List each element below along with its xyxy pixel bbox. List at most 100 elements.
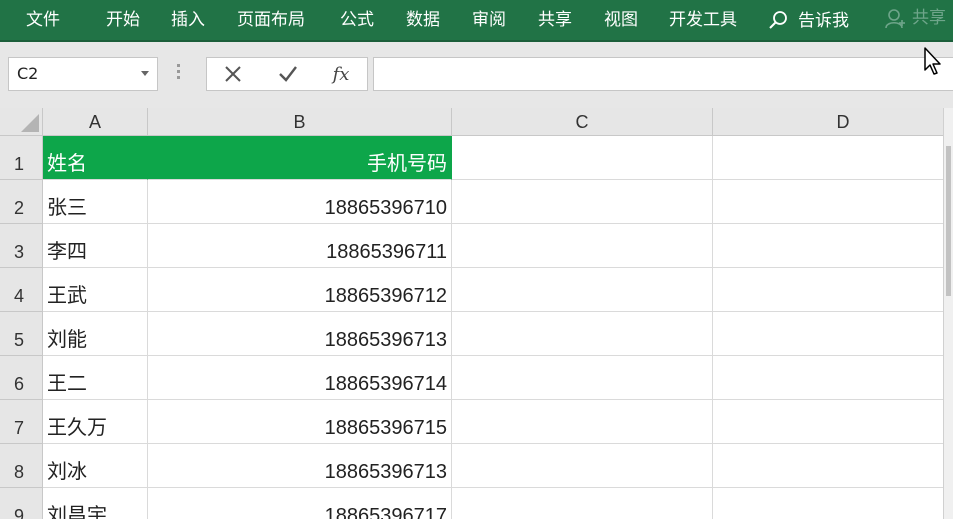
- cell-C2[interactable]: [452, 180, 713, 224]
- tell-me-label: 告诉我: [798, 11, 849, 31]
- phone-value: 18865396717: [324, 505, 447, 519]
- row-number: 6: [14, 374, 25, 394]
- tab-file[interactable]: 文件: [26, 0, 60, 40]
- phone-value: 18865396712: [324, 285, 447, 307]
- column-header-c[interactable]: C: [452, 108, 713, 136]
- cell-A5[interactable]: 刘能: [43, 312, 148, 356]
- header-name-label: 姓名: [47, 151, 87, 175]
- column-header-b[interactable]: B: [148, 108, 452, 136]
- tab-share[interactable]: 共享: [538, 0, 572, 40]
- name-box[interactable]: C2: [8, 57, 158, 91]
- phone-value: 18865396714: [324, 373, 447, 395]
- row-number: 2: [14, 198, 25, 218]
- cell-C6[interactable]: [452, 356, 713, 400]
- enter-button[interactable]: [272, 58, 304, 90]
- tab-insert[interactable]: 插入: [171, 0, 205, 40]
- cell-B3[interactable]: 18865396711: [148, 224, 452, 268]
- search-icon: [769, 11, 787, 29]
- tab-view[interactable]: 视图: [604, 0, 638, 40]
- cell-D3[interactable]: [713, 224, 953, 268]
- tab-review[interactable]: 审阅: [472, 0, 506, 40]
- row-header-4[interactable]: 4: [0, 268, 43, 312]
- row-header-3[interactable]: 3: [0, 224, 43, 268]
- cell-C8[interactable]: [452, 444, 713, 488]
- cell-D7[interactable]: [713, 400, 953, 444]
- cell-A2[interactable]: 张三: [43, 180, 148, 224]
- cell-D6[interactable]: [713, 356, 953, 400]
- column-header-a[interactable]: A: [43, 108, 148, 136]
- cell-D4[interactable]: [713, 268, 953, 312]
- formula-input[interactable]: [373, 57, 953, 91]
- column-header-d[interactable]: D: [713, 108, 953, 136]
- cell-B6[interactable]: 18865396714: [148, 356, 452, 400]
- ribbon-bar: 文件 开始 插入 页面布局 公式 数据 审阅 共享 视图 开发工具 告诉我 共享: [0, 0, 953, 42]
- phone-value: 18865396711: [326, 241, 447, 263]
- name-value: 王武: [47, 283, 87, 307]
- row-number: 7: [14, 418, 25, 438]
- name-value: 张三: [47, 195, 87, 219]
- cell-D2[interactable]: [713, 180, 953, 224]
- name-value: 刘冰: [47, 459, 87, 483]
- cell-C7[interactable]: [452, 400, 713, 444]
- row-number: 5: [14, 330, 25, 350]
- insert-function-button[interactable]: fx: [325, 58, 357, 90]
- cell-A8[interactable]: 刘冰: [43, 444, 148, 488]
- cell-B5[interactable]: 18865396713: [148, 312, 452, 356]
- phone-value: 18865396710: [324, 197, 447, 219]
- row-header-2[interactable]: 2: [0, 180, 43, 224]
- checkmark-icon: [279, 66, 297, 82]
- function-icon: fx: [332, 63, 350, 85]
- tab-home[interactable]: 开始: [106, 0, 140, 40]
- cell-C3[interactable]: [452, 224, 713, 268]
- row-number: 9: [14, 506, 25, 519]
- cell-A4[interactable]: 王武: [43, 268, 148, 312]
- select-all-button[interactable]: [0, 108, 43, 136]
- select-all-icon: [21, 114, 39, 132]
- tab-page-layout[interactable]: 页面布局: [237, 0, 305, 40]
- tab-data[interactable]: 数据: [406, 0, 440, 40]
- row-number: 1: [14, 154, 25, 174]
- chevron-down-icon[interactable]: [141, 71, 149, 76]
- cell-C9[interactable]: [452, 488, 713, 519]
- tab-formulas[interactable]: 公式: [340, 0, 374, 40]
- row-header-8[interactable]: 8: [0, 444, 43, 488]
- formula-bar-area: C2 fx: [0, 42, 953, 108]
- cell-C1[interactable]: [452, 136, 713, 180]
- row-number: 8: [14, 462, 25, 482]
- phone-value: 18865396713: [324, 329, 447, 351]
- cell-A3[interactable]: 李四: [43, 224, 148, 268]
- phone-value: 18865396713: [324, 461, 447, 483]
- cell-A1[interactable]: 姓名: [43, 136, 148, 180]
- cell-B4[interactable]: 18865396712: [148, 268, 452, 312]
- scrollbar-thumb[interactable]: [946, 146, 951, 296]
- drag-handle-icon[interactable]: [177, 64, 181, 82]
- cell-D9[interactable]: [713, 488, 953, 519]
- tab-developer[interactable]: 开发工具: [669, 0, 737, 40]
- row-number: 3: [14, 242, 25, 262]
- cell-A9[interactable]: 刘昌宇: [43, 488, 148, 519]
- formula-buttons: fx: [206, 57, 368, 91]
- cancel-button[interactable]: [217, 58, 249, 90]
- row-header-9[interactable]: 9: [0, 488, 43, 519]
- cell-B1[interactable]: 手机号码: [148, 136, 452, 180]
- cell-B9[interactable]: 18865396717: [148, 488, 452, 519]
- row-header-5[interactable]: 5: [0, 312, 43, 356]
- name-value: 王二: [47, 371, 87, 395]
- cell-D1[interactable]: [713, 136, 953, 180]
- cell-D8[interactable]: [713, 444, 953, 488]
- vertical-scrollbar[interactable]: [943, 108, 953, 519]
- cell-A7[interactable]: 王久万: [43, 400, 148, 444]
- cell-B2[interactable]: 18865396710: [148, 180, 452, 224]
- row-header-7[interactable]: 7: [0, 400, 43, 444]
- cell-C4[interactable]: [452, 268, 713, 312]
- cell-A6[interactable]: 王二: [43, 356, 148, 400]
- name-value: 刘能: [47, 327, 87, 351]
- cell-B7[interactable]: 18865396715: [148, 400, 452, 444]
- header-phone-label: 手机号码: [367, 151, 447, 175]
- cell-D5[interactable]: [713, 312, 953, 356]
- row-header-1[interactable]: 1: [0, 136, 43, 180]
- row-header-6[interactable]: 6: [0, 356, 43, 400]
- cell-C5[interactable]: [452, 312, 713, 356]
- cell-B8[interactable]: 18865396713: [148, 444, 452, 488]
- phone-value: 18865396715: [324, 417, 447, 439]
